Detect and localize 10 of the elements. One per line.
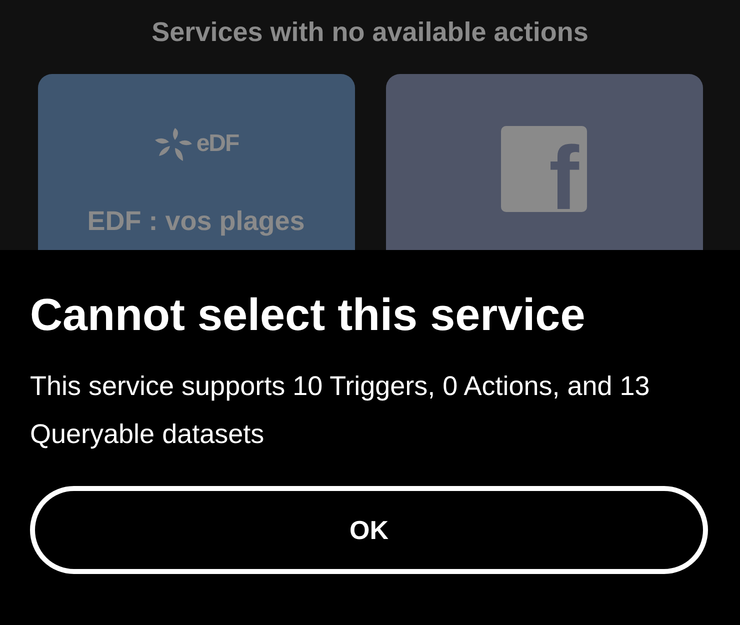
logo-text: eDF xyxy=(196,130,239,158)
dialog-message: This service supports 10 Triggers, 0 Actions, and 13 Queryable datasets xyxy=(30,370,650,451)
logo-icon: f xyxy=(501,126,587,212)
dialog-title: Cannot select this service xyxy=(30,288,586,342)
service-card[interactable]: f xyxy=(386,74,702,250)
ok-button[interactable]: OK xyxy=(30,486,708,574)
flower-icon xyxy=(153,126,194,162)
service-card[interactable]: eDF EDF : vos plages xyxy=(38,74,354,250)
service-name: EDF : vos plages xyxy=(87,206,305,237)
section-title: Services with no available actions xyxy=(152,17,588,48)
